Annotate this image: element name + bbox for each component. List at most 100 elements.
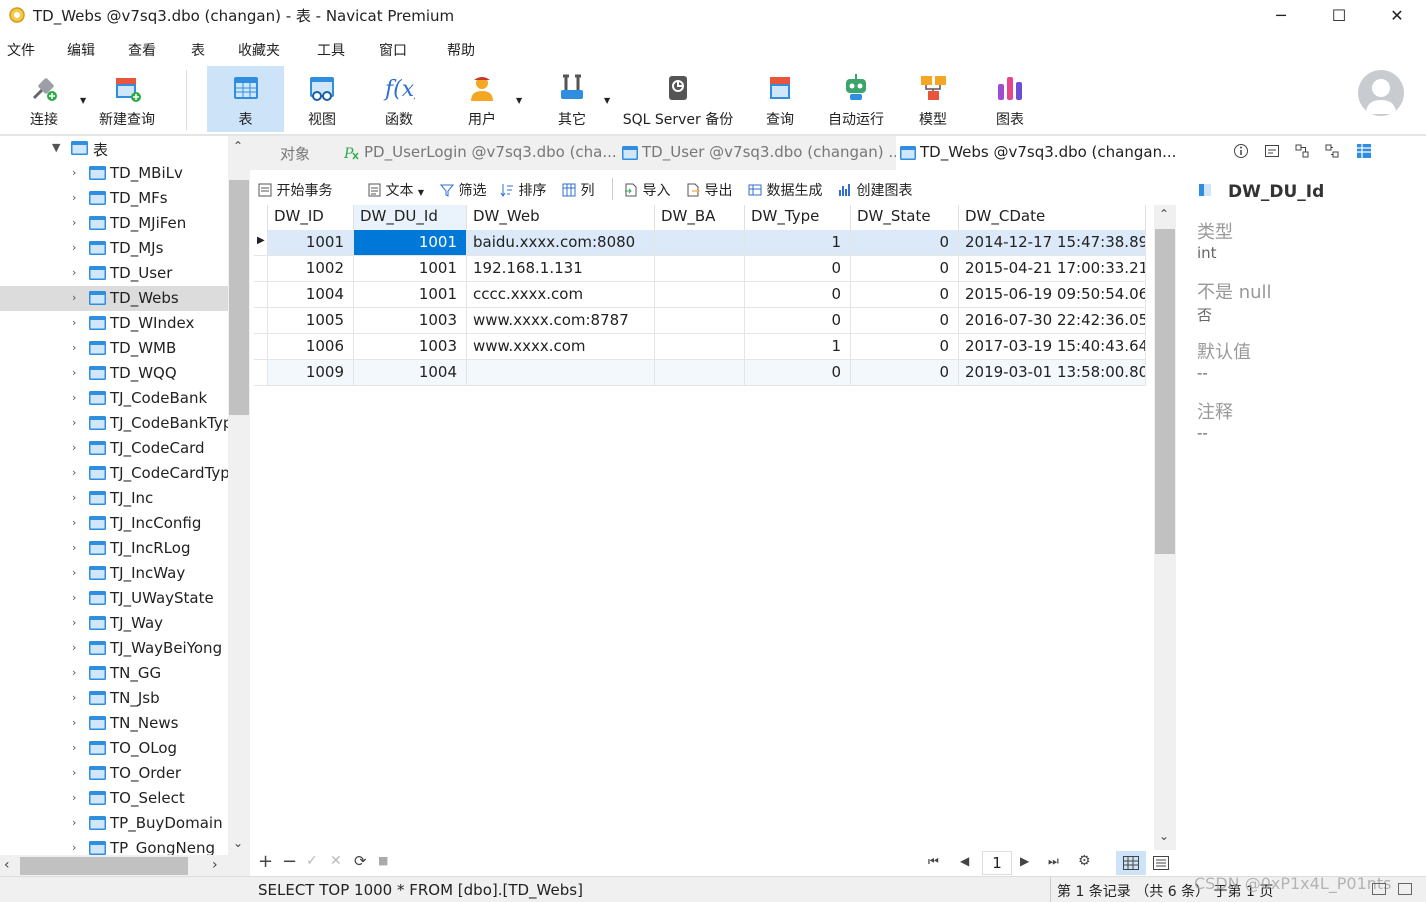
grid-cell[interactable]: www.xxxx.com:8787 xyxy=(467,308,655,334)
tree-horizontal-scrollbar[interactable]: ‹ › xyxy=(0,855,250,877)
grid-cell[interactable]: 0 xyxy=(745,308,851,334)
create-chart-button[interactable]: 创建图表 xyxy=(838,180,912,200)
maximize-button[interactable]: ☐ xyxy=(1310,0,1368,30)
expand-chevron-icon[interactable]: › xyxy=(72,691,76,704)
refresh-button[interactable]: ⟳ xyxy=(354,852,367,870)
tree-item-table[interactable]: › TJ_CodeCardType xyxy=(0,461,239,486)
expand-chevron-icon[interactable]: › xyxy=(72,341,76,354)
row-indicator[interactable] xyxy=(254,334,268,360)
expand-chevron-icon[interactable]: › xyxy=(72,591,76,604)
tree-item-table[interactable]: › TN_Jsb xyxy=(0,686,228,711)
tree-item-table[interactable]: › TJ_UWayState xyxy=(0,586,228,611)
grid-cell[interactable]: 1009 xyxy=(268,360,354,386)
grid-cell[interactable]: 192.168.1.131 xyxy=(467,256,655,282)
grid-cell[interactable] xyxy=(655,230,745,256)
ddl-icon[interactable] xyxy=(1264,143,1280,159)
form-view-button[interactable] xyxy=(1148,851,1174,875)
field-details-icon[interactable] xyxy=(1356,143,1372,159)
discard-changes-button[interactable]: ✕ xyxy=(330,853,342,869)
grid-cell[interactable]: 0 xyxy=(745,360,851,386)
grid-cell[interactable]: 1 xyxy=(745,334,851,360)
tree-item-table[interactable]: › TD_MJiFen xyxy=(0,211,228,236)
tree-item-table[interactable]: › TP_GongNeng xyxy=(0,836,228,856)
tab-td-webs[interactable]: TD_Webs @v7sq3.dbo (changan... xyxy=(896,136,1176,170)
menu-view[interactable]: 查看 xyxy=(128,40,156,60)
connect-dropdown-icon[interactable]: ▼ xyxy=(80,96,86,105)
grid-settings-button[interactable]: ⚙ xyxy=(1078,853,1091,869)
tree-item-table[interactable]: › TD_User xyxy=(0,261,228,286)
expand-chevron-icon[interactable]: › xyxy=(72,641,76,654)
scroll-right-icon[interactable]: › xyxy=(212,857,218,873)
info-icon[interactable] xyxy=(1233,143,1249,159)
grid-cell[interactable]: 2014-12-17 15:47:38.890 xyxy=(959,230,1146,256)
grid-cell[interactable]: 2016-07-30 22:42:36.057 xyxy=(959,308,1146,334)
expand-chevron-icon[interactable]: › xyxy=(72,791,76,804)
tree-item-table[interactable]: › TN_GG xyxy=(0,661,228,686)
grid-cell[interactable]: www.xxxx.com xyxy=(467,334,655,360)
expand-chevron-icon[interactable]: › xyxy=(72,291,76,304)
grid-cell[interactable] xyxy=(655,282,745,308)
menu-favorites[interactable]: 收藏夹 xyxy=(238,40,280,60)
first-page-button[interactable]: ⏮ xyxy=(928,854,939,869)
grid-scroll-up-icon[interactable]: ⌃ xyxy=(1159,207,1169,221)
expand-chevron-icon[interactable]: › xyxy=(72,241,76,254)
toolbar-model-button[interactable]: 模型 xyxy=(900,66,966,132)
grid-cell[interactable]: 1004 xyxy=(268,282,354,308)
last-page-button[interactable]: ⏭ xyxy=(1048,854,1059,869)
prev-page-button[interactable]: ◀ xyxy=(960,854,969,868)
tree-node-tables[interactable]: ▼ 表 xyxy=(0,136,228,161)
begin-transaction-button[interactable]: 开始事务 xyxy=(258,180,332,200)
export-button[interactable]: 导出 xyxy=(686,180,732,200)
account-avatar[interactable] xyxy=(1358,70,1404,116)
menu-tools[interactable]: 工具 xyxy=(317,40,345,60)
grid-view-button[interactable] xyxy=(1116,851,1146,875)
expand-chevron-icon[interactable]: › xyxy=(72,166,76,179)
tab-objects[interactable]: 对象 xyxy=(250,136,336,170)
tree-item-table[interactable]: › TD_WIndex xyxy=(0,311,228,336)
expand-chevron-icon[interactable]: › xyxy=(72,466,76,479)
tree-vertical-scrollbar[interactable]: ⌃ ⌄ xyxy=(228,136,250,856)
next-page-button[interactable]: ▶ xyxy=(1020,854,1029,868)
grid-scroll-down-icon[interactable]: ⌄ xyxy=(1159,829,1169,843)
grid-cell[interactable] xyxy=(655,360,745,386)
tree-item-table[interactable]: › TP_BuyDomain xyxy=(0,811,228,836)
tree-item-table[interactable]: › TJ_IncConfig xyxy=(0,511,228,536)
toolbar-view-button[interactable]: 视图 xyxy=(286,66,358,132)
tree-item-table[interactable]: › TJ_Way xyxy=(0,611,228,636)
stop-button[interactable]: ■ xyxy=(378,854,388,867)
collapse-chevron-icon[interactable]: ▼ xyxy=(52,141,60,154)
grid-cell[interactable]: 1005 xyxy=(268,308,354,334)
toolbar-autorun-button[interactable]: 自动运行 xyxy=(820,66,892,132)
menu-table[interactable]: 表 xyxy=(191,40,205,60)
grid-cell[interactable]: cccc.xxxx.com xyxy=(467,282,655,308)
tree-item-table[interactable]: › TJ_Inc xyxy=(0,486,228,511)
expand-chevron-icon[interactable]: › xyxy=(72,416,76,429)
other-dropdown-icon[interactable]: ▼ xyxy=(604,96,610,105)
grid-cell[interactable]: 1001 xyxy=(354,256,467,282)
minimize-button[interactable]: ─ xyxy=(1252,0,1310,30)
column-header[interactable]: DW_DU_Id xyxy=(354,205,467,230)
grid-cell[interactable]: 1003 xyxy=(354,308,467,334)
text-view-button[interactable]: 文本 ▼ xyxy=(368,180,424,200)
grid-scroll-thumb[interactable] xyxy=(1155,229,1175,554)
grid-cell[interactable]: 0 xyxy=(851,360,959,386)
data-generation-button[interactable]: 数据生成 xyxy=(748,180,822,200)
tree-item-table[interactable]: › TJ_CodeBankType xyxy=(0,411,242,436)
row-indicator[interactable] xyxy=(254,282,268,308)
column-header[interactable]: DW_Type xyxy=(745,205,851,230)
delete-record-button[interactable]: − xyxy=(282,851,297,872)
grid-cell[interactable]: baidu.xxxx.com:8080 xyxy=(467,230,655,256)
grid-cell[interactable]: 1001 xyxy=(354,230,467,256)
expand-chevron-icon[interactable]: › xyxy=(72,666,76,679)
tree-item-table[interactable]: › TD_WMB xyxy=(0,336,228,361)
expand-chevron-icon[interactable]: › xyxy=(72,716,76,729)
tree-scroll-thumb[interactable] xyxy=(229,180,249,415)
grid-cell[interactable] xyxy=(467,360,655,386)
tree-item-table[interactable]: › TD_Webs xyxy=(0,286,228,311)
tab-td-user[interactable]: TD_User @v7sq3.dbo (changan) ... xyxy=(618,136,896,170)
grid-cell[interactable] xyxy=(655,308,745,334)
columns-button[interactable]: 列 xyxy=(562,180,594,200)
page-number-input[interactable]: 1 xyxy=(982,851,1012,875)
expand-chevron-icon[interactable]: › xyxy=(72,391,76,404)
grid-cell[interactable]: 1 xyxy=(745,230,851,256)
